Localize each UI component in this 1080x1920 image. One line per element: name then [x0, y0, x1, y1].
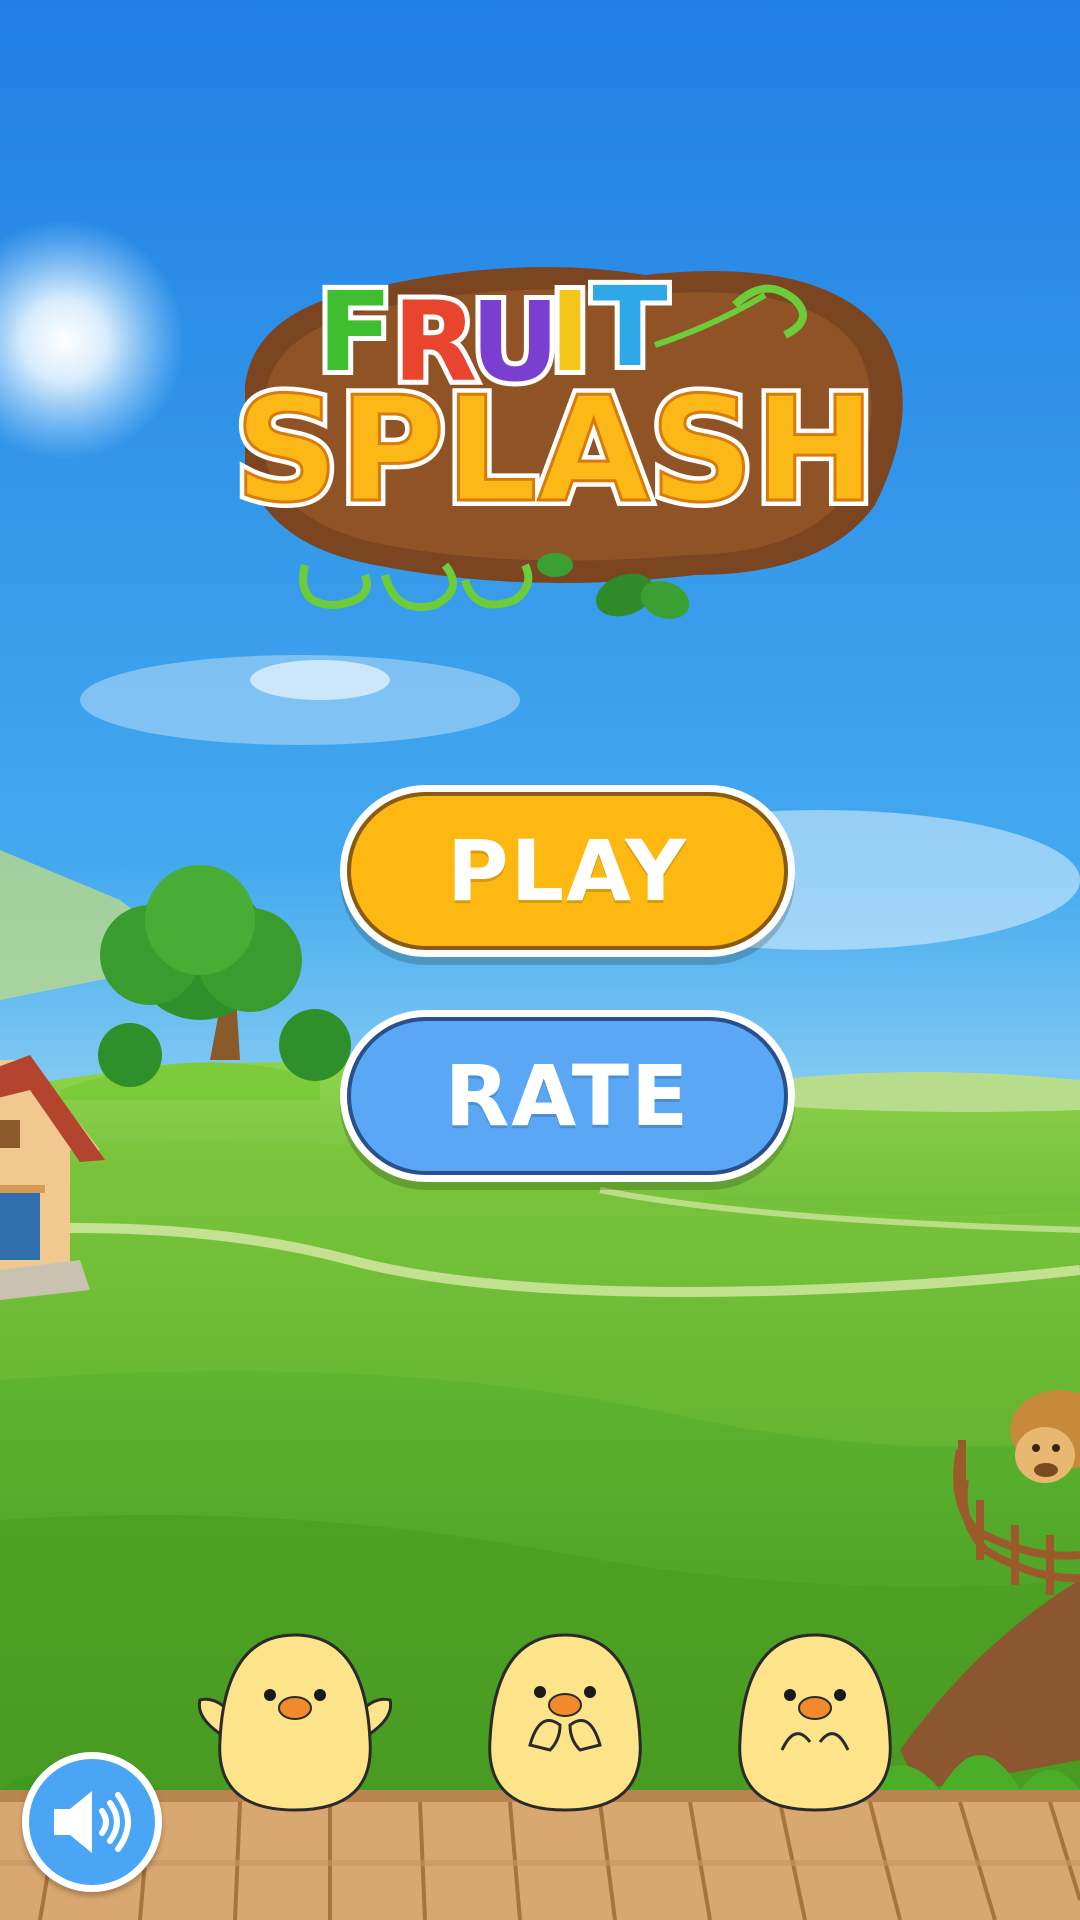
logo-line2-outline: SPLASH — [234, 366, 875, 535]
play-button-label: PLAY — [447, 822, 688, 920]
chick-grumpy — [738, 1633, 892, 1812]
speaker-on-icon — [54, 1791, 131, 1853]
sound-toggle-button[interactable] — [22, 1752, 162, 1892]
chick-waving — [197, 1633, 393, 1812]
rate-button[interactable]: RATE — [340, 1010, 795, 1182]
chick-covering-mouth — [488, 1633, 642, 1812]
game-title-screen: F R U I T SPLASH SPLASH PLAY RATE — [0, 0, 1080, 1920]
play-button[interactable]: PLAY — [340, 785, 795, 957]
game-logo: F R U I T SPLASH SPLASH — [228, 258, 903, 619]
rate-button-label: RATE — [444, 1047, 691, 1145]
